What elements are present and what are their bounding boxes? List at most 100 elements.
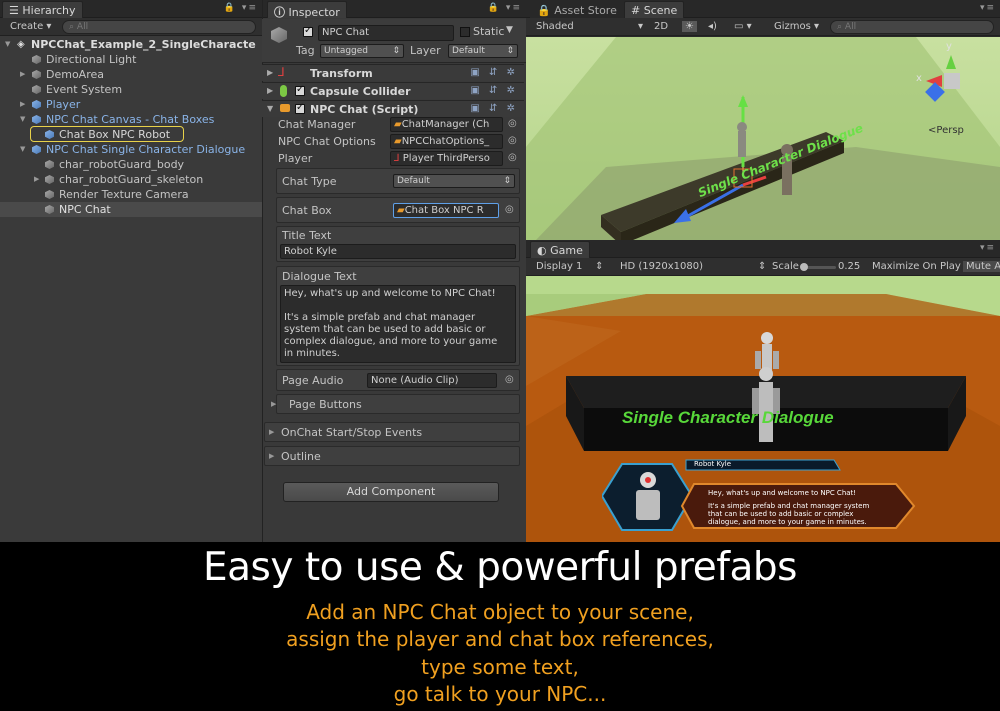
chat-box: Robot Kyle Hey, what's up and welcome to…: [602, 456, 922, 538]
gear-icon[interactable]: ▣ ⇵ ✲: [470, 85, 518, 96]
tab-scene[interactable]: # Scene: [624, 1, 685, 18]
audio-toggle-icon[interactable]: ◂): [708, 21, 717, 32]
tab-menu-icon[interactable]: ▾≡: [980, 3, 996, 13]
hierarchy-item-demoarea[interactable]: ▶ DemoArea: [0, 67, 262, 82]
dialogue-textarea[interactable]: Hey, what's up and welcome to NPC Chat! …: [280, 285, 516, 363]
collapse-arrow-icon: ▶: [269, 452, 275, 460]
object-picker-icon[interactable]: ◎: [508, 118, 517, 129]
tab-menu-icon[interactable]: 🔒 ▾≡: [488, 3, 522, 13]
dropdown-arrow-icon: ⇕: [506, 46, 514, 56]
object-picker-icon[interactable]: ◎: [505, 204, 514, 215]
component-npc-chat-script[interactable]: ▼ NPC Chat (Script) ▣ ⇵ ✲: [262, 100, 524, 117]
maximize-on-play-toggle[interactable]: Maximize On Play: [872, 261, 961, 272]
outline-label: Outline: [281, 450, 321, 463]
hierarchy-item-chat-box-npc-robot[interactable]: Chat Box NPC Robot: [0, 126, 262, 142]
mute-audio-toggle[interactable]: Mute A: [963, 261, 1000, 272]
add-component-button[interactable]: Add Component: [283, 482, 499, 502]
game-toolbar: Display 1 ⇕ HD (1920x1080) ⇕ Scale 0.25 …: [526, 258, 1000, 276]
tab-menu-icon[interactable]: 🔒 ▾≡: [224, 3, 258, 13]
hierarchy-item-player[interactable]: ▶ Player: [0, 97, 262, 112]
platform-title: Single Character Dialogue: [622, 408, 834, 427]
chat-type-section: Chat Type Default ⇕: [276, 168, 520, 194]
static-checkbox[interactable]: [460, 27, 470, 37]
resolution-arrow-icon[interactable]: ⇕: [758, 261, 766, 272]
effects-toggle-icon[interactable]: ▭ ▾: [734, 21, 752, 32]
display-dropdown[interactable]: Display 1 ⇕: [536, 261, 604, 272]
chat-type-dropdown[interactable]: Default ⇕: [393, 174, 515, 188]
inspector-tabbar: ⓘ Inspector 🔒 ▾≡: [263, 0, 526, 19]
tab-menu-icon[interactable]: ▾≡: [980, 243, 996, 253]
hierarchy-item-render-texture-camera[interactable]: Render Texture Camera: [0, 187, 262, 202]
game-viewport[interactable]: Single Character Dialogue Robot Kyle Hey…: [526, 276, 1000, 542]
search-icon: ⌕: [837, 22, 843, 32]
hierarchy-item-robot-skeleton[interactable]: ▶ char_robotGuard_skeleton: [0, 172, 262, 187]
page-buttons-section[interactable]: ▶ Page Buttons: [271, 394, 520, 414]
component-capsule-collider[interactable]: ▶ Capsule Collider ▣ ⇵ ✲: [262, 82, 524, 99]
scale-value: 0.25: [838, 261, 861, 272]
caption-headline: Easy to use & powerful prefabs: [203, 545, 797, 590]
scene-tabbar: 🔒 Asset Store # Scene ▾≡: [526, 0, 1000, 18]
tab-asset-store[interactable]: 🔒 Asset Store: [530, 1, 624, 18]
hierarchy-item-robot-body[interactable]: char_robotGuard_body: [0, 157, 262, 172]
gameobject-icon: [32, 70, 41, 79]
projection-toggle[interactable]: <Persp: [928, 125, 964, 136]
robot-body-icon: [636, 490, 660, 520]
active-checkbox[interactable]: [303, 25, 313, 37]
capsule-icon: [280, 85, 287, 97]
shading-mode-dropdown[interactable]: Shaded: [536, 21, 574, 32]
pacman-icon: ◐: [537, 244, 547, 257]
events-section[interactable]: ▶ OnChat Start/Stop Events: [264, 422, 520, 442]
hierarchy-item-single-character-dialogue[interactable]: ▼ NPC Chat Single Character Dialogue: [0, 142, 262, 157]
chat-manager-field[interactable]: ▰ChatManager (Ch: [390, 117, 503, 132]
component-transform[interactable]: ▶ ⅃ Transform ▣ ⇵ ✲: [262, 64, 524, 81]
object-picker-icon[interactable]: ◎: [508, 135, 517, 146]
scale-slider[interactable]: [800, 263, 836, 271]
chat-box-field[interactable]: ▰Chat Box NPC R: [393, 203, 499, 218]
scene-viewport[interactable]: Single Character Dialogue y x <Persp: [526, 37, 1000, 240]
hierarchy-item-npc-chat[interactable]: NPC Chat: [0, 202, 262, 217]
gameobject-icon: [32, 85, 41, 94]
caption-line-3: type some text,: [421, 655, 579, 679]
tab-inspector[interactable]: ⓘ Inspector: [267, 1, 347, 19]
static-label: Static: [473, 25, 505, 38]
tab-game[interactable]: ◐ Game: [530, 241, 590, 258]
tag-label: Tag: [296, 44, 315, 57]
gizmo-center-icon[interactable]: [944, 73, 960, 89]
tag-dropdown[interactable]: Untagged ⇕: [320, 44, 404, 58]
collider-enabled-checkbox[interactable]: [295, 84, 305, 96]
scene-search-input[interactable]: ⌕ All: [830, 20, 994, 34]
gizmos-dropdown[interactable]: Gizmos ▾: [774, 21, 819, 32]
outline-section[interactable]: ▶ Outline: [264, 446, 520, 466]
gear-icon[interactable]: ▣ ⇵ ✲: [470, 103, 518, 114]
script-enabled-checkbox[interactable]: [295, 102, 305, 114]
lighting-toggle-icon[interactable]: ☀: [682, 21, 697, 32]
scene-root-row[interactable]: ▼ ◈ NPCChat_Example_2_SingleCharacte: [0, 37, 262, 52]
transform-axes-icon: ⅃: [278, 65, 285, 79]
expand-arrow-icon: ▼: [267, 104, 274, 113]
toggle-2d-button[interactable]: 2D: [654, 21, 668, 32]
object-picker-icon[interactable]: ◎: [505, 374, 514, 385]
scale-slider-thumb[interactable]: [800, 263, 808, 271]
hierarchy-search-input[interactable]: ⌕ All: [62, 20, 256, 34]
hierarchy-item-event-system[interactable]: Event System: [0, 82, 262, 97]
resolution-dropdown[interactable]: HD (1920x1080): [620, 261, 703, 272]
orientation-gizmo[interactable]: y x: [916, 41, 982, 105]
object-picker-icon[interactable]: ◎: [508, 152, 517, 163]
gameobject-large-icon: [271, 27, 287, 43]
page-audio-field[interactable]: None (Audio Clip): [367, 373, 497, 388]
player-field[interactable]: ⅃ Player ThirdPerso: [390, 151, 503, 166]
shading-dropdown-arrow-icon[interactable]: ▾: [638, 21, 643, 32]
tab-hierarchy[interactable]: ☰ Hierarchy: [2, 1, 83, 18]
hierarchy-item-chat-canvas[interactable]: ▼ NPC Chat Canvas - Chat Boxes: [0, 112, 262, 127]
hierarchy-item-directional-light[interactable]: Directional Light: [0, 52, 262, 67]
create-dropdown[interactable]: Create ▾: [10, 21, 51, 32]
chat-options-field[interactable]: ▰NPCChatOptions_: [390, 134, 503, 149]
gizmo-y-cone-icon[interactable]: [946, 55, 956, 69]
title-text-input[interactable]: Robot Kyle: [280, 244, 516, 259]
object-name-input[interactable]: NPC Chat: [318, 25, 454, 41]
layer-dropdown[interactable]: Default ⇕: [448, 44, 518, 58]
title-text-label: Title Text: [282, 229, 332, 242]
dropdown-arrow-icon[interactable]: ▼: [506, 25, 513, 35]
gear-icon[interactable]: ▣ ⇵ ✲: [470, 67, 518, 78]
info-icon: ⓘ: [274, 6, 285, 19]
